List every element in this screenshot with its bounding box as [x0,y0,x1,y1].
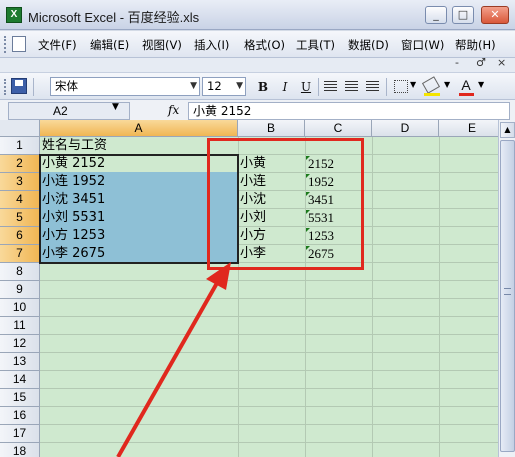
vertical-scrollbar[interactable]: ▲ [498,120,515,457]
scroll-up-button[interactable]: ▲ [500,122,515,138]
scrollbar-thumb[interactable] [500,140,515,452]
annotation-arrow-icon [116,262,231,457]
scrollbar-grip-icon [504,288,511,295]
